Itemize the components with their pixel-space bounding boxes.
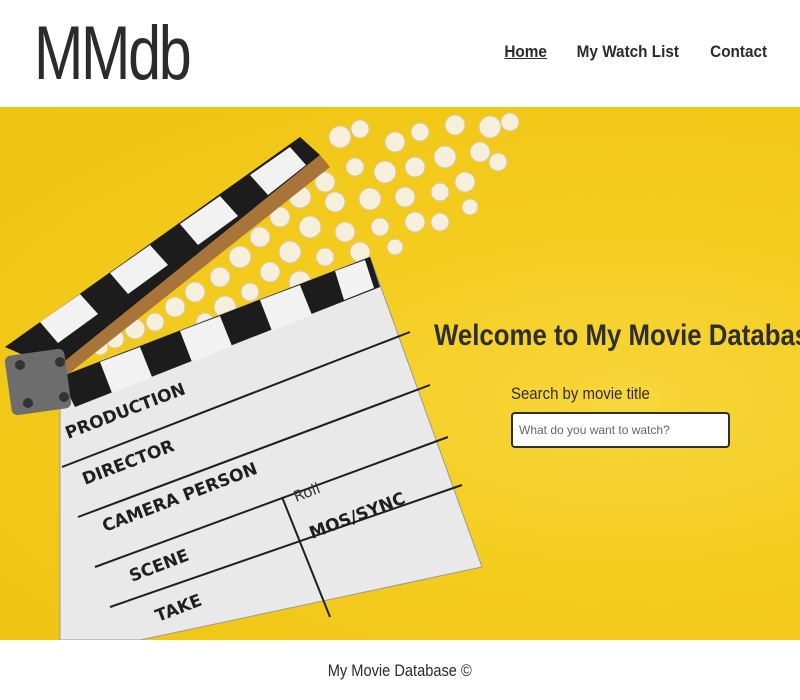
clapperboard-icon: PRODUCTION DIRECTOR CAMERA PERSON SCENE … [4,137,483,640]
movie-search-input[interactable] [511,412,730,448]
search-label: Search by movie title [511,384,650,403]
footer-copyright: My Movie Database © [327,661,473,680]
site-footer: My Movie Database © [0,640,800,700]
hero-banner: PRODUCTION DIRECTOR CAMERA PERSON SCENE … [0,107,800,640]
welcome-heading: Welcome to My Movie Database [434,319,800,352]
main-nav: Home My Watch List Contact [502,42,770,62]
nav-watch-list-link[interactable]: My Watch List [577,42,679,62]
hero-image: PRODUCTION DIRECTOR CAMERA PERSON SCENE … [4,112,520,640]
nav-home-link[interactable]: Home [504,42,547,62]
site-header: MMdb Home My Watch List Contact [0,0,800,107]
nav-contact-link[interactable]: Contact [710,42,767,62]
site-logo[interactable]: MMdb [34,6,192,102]
